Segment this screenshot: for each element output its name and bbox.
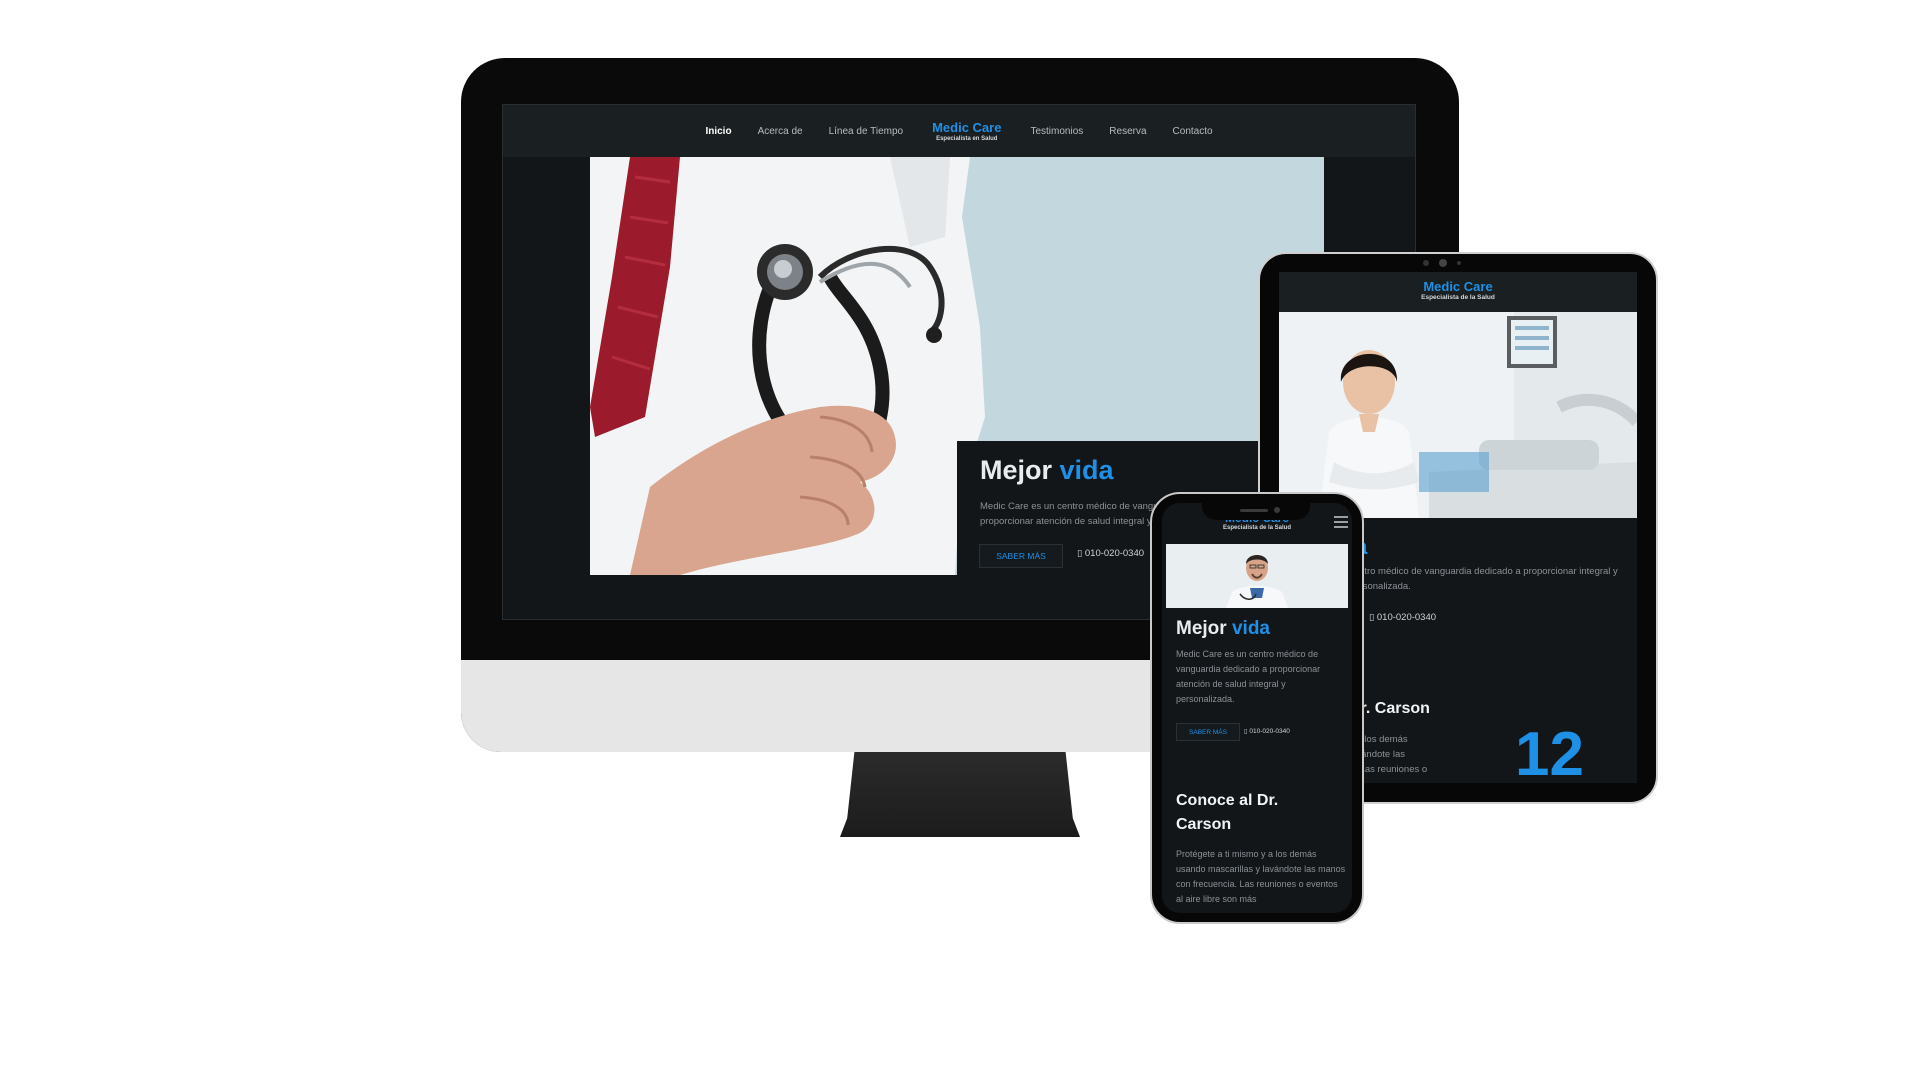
nav-item-acerca[interactable]: Acerca de <box>758 126 803 137</box>
phone-hero-title: Mejor vida <box>1176 618 1270 640</box>
sensor-dot <box>1457 261 1461 265</box>
phone-screen: Medic Care Especialista de la Salud Mejo… <box>1162 503 1352 913</box>
tablet-phone-number: 010-020-0340 <box>1376 612 1437 623</box>
tablet-phone[interactable]: ▯ 010-020-0340 <box>1369 612 1436 623</box>
brand-logo[interactable]: Medic Care Especialista en Salud <box>932 121 1001 142</box>
hero-title-part-a: Mejor <box>980 455 1053 485</box>
phone-brand-tagline: Especialista de la Salud <box>1222 525 1292 531</box>
phone-icon: ▯ <box>1369 612 1375 623</box>
phone-hero-description: Medic Care es un centro médico de vangua… <box>1176 649 1321 704</box>
saber-mas-button[interactable]: SABER MÁS <box>979 544 1063 568</box>
hero-title-part-b: vida <box>1059 455 1114 485</box>
nav-item-testimonios[interactable]: Testimonios <box>1030 126 1083 137</box>
nav-item-timeline[interactable]: Línea de Tiempo <box>829 126 904 137</box>
phone-hero-phone[interactable]: ▯ 010-020-0340 <box>1244 727 1290 735</box>
camera-dot <box>1439 259 1447 267</box>
brand-name: Medic Care <box>932 119 1002 135</box>
hero-title: Mejor vida <box>980 455 1114 486</box>
phone-section-text: Protégete a ti mismo y a los demás usand… <box>1176 849 1346 904</box>
tablet-brand-tagline: Especialista de la Salud <box>1421 294 1495 301</box>
sensor-dot <box>1423 260 1429 266</box>
tablet-camera <box>1423 259 1461 267</box>
tablet-hero-description: centro médico de vanguardia dedicado a p… <box>1349 566 1618 592</box>
tablet-header: Medic Care Especialista de la Salud <box>1279 272 1637 312</box>
tablet-brand-name[interactable]: Medic Care <box>1279 279 1637 294</box>
hero-phone-number: 010-020-0340 <box>1084 548 1145 559</box>
phone-hero-title-b: vida <box>1231 618 1270 639</box>
tablet-big-number: 12 <box>1515 720 1584 784</box>
phone-saber-mas-button[interactable]: SABER MÁS <box>1176 723 1240 741</box>
tablet-hero-image <box>1279 312 1637 518</box>
nav-item-reserva[interactable]: Reserva <box>1109 126 1146 137</box>
phone-notch <box>1202 500 1310 520</box>
phone-hero-phone-number: 010-020-0340 <box>1249 728 1290 735</box>
phone-section-title: Conoce al Dr. Carson <box>1176 792 1279 833</box>
phone-icon: ▯ <box>1244 728 1248 735</box>
desktop-navbar: Inicio Acerca de Línea de Tiempo Medic C… <box>503 105 1415 157</box>
hero-phone[interactable]: ▯ 010-020-0340 <box>1077 548 1144 559</box>
hamburger-menu-icon[interactable] <box>1334 516 1348 528</box>
imac-stand <box>840 752 1080 837</box>
phone-icon: ▯ <box>1077 548 1083 559</box>
phone-hero-title-a: Mejor <box>1176 618 1227 639</box>
nav-item-contacto[interactable]: Contacto <box>1173 126 1213 137</box>
brand-tagline: Especialista en Salud <box>936 135 998 142</box>
nav-item-inicio[interactable]: Inicio <box>705 126 731 137</box>
phone-hero-image <box>1166 544 1348 608</box>
